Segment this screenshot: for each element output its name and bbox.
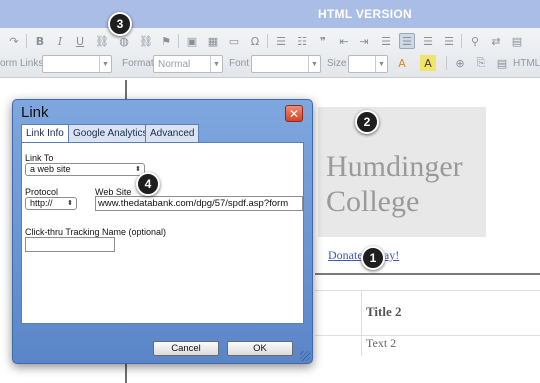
horizontal-rule — [315, 273, 540, 275]
numbered-list-icon[interactable]: ☰ — [273, 33, 289, 49]
format-label: Format — [122, 58, 154, 69]
horizontal-rule-icon[interactable]: ▭ — [226, 33, 242, 49]
unlink-icon[interactable]: ⛓ — [138, 33, 154, 49]
table-cell-text[interactable]: Text 2 — [366, 336, 396, 351]
underline-icon[interactable]: U — [72, 33, 88, 49]
protocol-value: http:// — [30, 198, 53, 208]
align-center-icon[interactable]: ☰ — [399, 33, 415, 49]
chevron-down-icon: ▼ — [99, 56, 111, 72]
form-links-select[interactable]: ▼ — [42, 55, 112, 73]
image-map-icon[interactable]: ⎘ — [473, 55, 489, 71]
toolbar-row-1: ↷ B I U ⛓ ◍ ⛓ ⚑ ▣ ▦ ▭ Ω ☰ ☷ ❞ ⇤ ⇥ ☰ ☰ ☰ … — [0, 32, 540, 52]
table-row-divider — [315, 335, 540, 336]
source-icon[interactable]: ▤ — [494, 55, 510, 71]
chevron-down-icon: ▼ — [210, 56, 222, 72]
logo-text-line-1: Humdinger — [326, 150, 463, 183]
website-input[interactable]: www.thedatabank.com/dpg/57/spdf.asp?form — [95, 196, 303, 211]
outdent-icon[interactable]: ⇤ — [336, 33, 352, 49]
step-badge-4: 4 — [136, 172, 160, 196]
font-select[interactable]: ▼ — [251, 55, 321, 73]
size-label: Size — [327, 58, 347, 69]
toolbar-separator — [178, 34, 179, 48]
step-badge-2: 2 — [355, 110, 379, 134]
align-right-icon[interactable]: ☰ — [420, 33, 436, 49]
step-badge-1: 1 — [361, 246, 385, 270]
top-banner: HTML VERSION — [0, 0, 540, 28]
banner-title: HTML VERSION — [317, 7, 412, 21]
link-to-label: Link To — [25, 153, 54, 163]
bold-icon[interactable]: B — [32, 33, 48, 49]
link-icon[interactable]: ⛓ — [94, 33, 110, 49]
toolbar-separator — [461, 34, 462, 48]
select-all-icon[interactable]: ▤ — [509, 33, 525, 49]
globe-icon[interactable]: ⊕ — [452, 55, 468, 71]
table-column-divider — [361, 291, 362, 356]
toolbar-row-2: orm Links ▼ Format Normal ▼ Font ▼ Size ▼… — [0, 54, 540, 74]
redo-icon[interactable]: ↷ — [6, 33, 22, 49]
dialog-title: Link — [21, 104, 49, 121]
protocol-select[interactable]: http:// ⬍ — [25, 197, 77, 210]
blockquote-icon[interactable]: ❞ — [315, 33, 331, 49]
replace-icon[interactable]: ⇄ — [488, 33, 504, 49]
toolbar-separator — [26, 34, 27, 48]
ok-button[interactable]: OK — [227, 341, 293, 356]
image-icon[interactable]: ▣ — [184, 33, 200, 49]
step-badge-3: 3 — [108, 12, 132, 36]
logo-text-line-2: College — [326, 185, 420, 218]
resize-grip-icon[interactable] — [300, 351, 310, 361]
chevron-down-icon: ▼ — [375, 56, 387, 72]
toolbar-separator — [267, 34, 268, 48]
table-cell-title[interactable]: Title 2 — [366, 304, 402, 320]
special-char-icon[interactable]: Ω — [247, 33, 263, 49]
format-value: Normal — [158, 59, 191, 70]
tracking-name-label: Click-thru Tracking Name (optional) — [25, 227, 167, 237]
indent-icon[interactable]: ⇥ — [356, 33, 372, 49]
cancel-button[interactable]: Cancel — [153, 341, 219, 356]
protocol-label: Protocol — [25, 187, 59, 197]
tab-advanced[interactable]: Advanced — [145, 124, 200, 142]
close-icon[interactable]: ✕ — [285, 105, 303, 122]
tab-google-analytics[interactable]: Google Analytics — [68, 124, 153, 142]
tab-link-info[interactable]: Link Info — [21, 124, 69, 142]
updown-arrows-icon: ⬍ — [67, 199, 73, 207]
toolbar-separator — [446, 56, 447, 70]
format-select[interactable]: Normal ▼ — [153, 55, 223, 73]
link-info-panel: Link To a web site ⬍ Protocol http:// ⬍ … — [21, 142, 304, 324]
chevron-down-icon: ▼ — [308, 56, 320, 72]
html-label[interactable]: HTML — [513, 58, 540, 69]
form-links-label: orm Links — [0, 58, 44, 69]
editor-toolbar: ↷ B I U ⛓ ◍ ⛓ ⚑ ▣ ▦ ▭ Ω ☰ ☷ ❞ ⇤ ⇥ ☰ ☰ ☰ … — [0, 28, 540, 78]
link-to-value: a web site — [30, 164, 71, 174]
background-color-icon[interactable]: A — [420, 55, 436, 71]
bullet-list-icon[interactable]: ☷ — [294, 33, 310, 49]
italic-icon[interactable]: I — [52, 33, 68, 49]
align-left-icon[interactable]: ☰ — [378, 33, 394, 49]
dialog-footer: Cancel OK — [21, 338, 304, 360]
find-icon[interactable]: ⚲ — [467, 33, 483, 49]
content-table[interactable] — [315, 290, 540, 356]
table-icon[interactable]: ▦ — [205, 33, 221, 49]
link-to-select[interactable]: a web site ⬍ — [25, 163, 145, 176]
tracking-name-input[interactable] — [25, 237, 115, 252]
size-select[interactable]: ▼ — [348, 55, 388, 73]
anchor-flag-icon[interactable]: ⚑ — [158, 33, 174, 49]
justify-icon[interactable]: ☰ — [441, 33, 457, 49]
link-dialog: Link ✕ Link Info Google Analytics Advanc… — [12, 99, 313, 364]
vertical-rule — [125, 362, 127, 383]
font-label: Font — [229, 58, 250, 69]
text-color-icon[interactable]: A — [394, 55, 410, 71]
